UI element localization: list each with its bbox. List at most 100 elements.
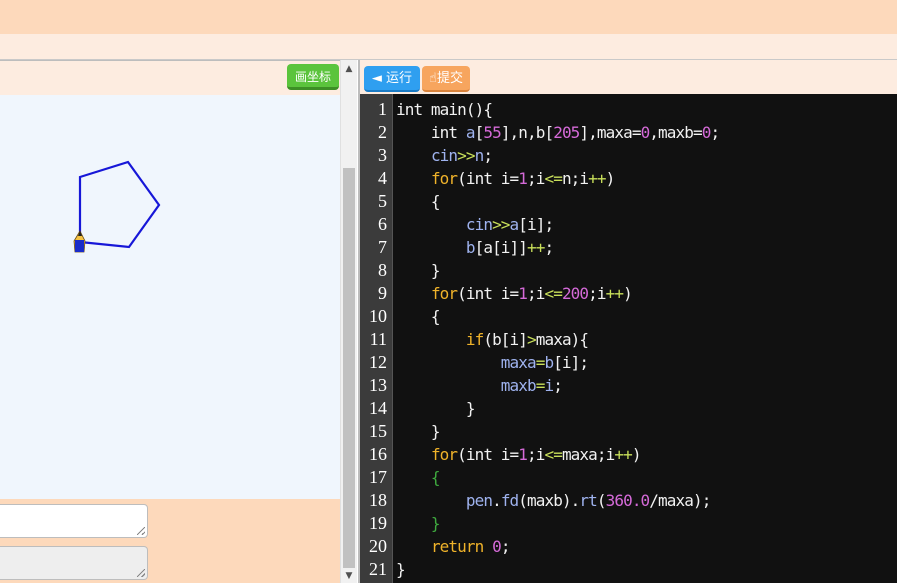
code-line[interactable]: if(b[i]>maxa){	[396, 328, 896, 351]
output-textarea[interactable]	[0, 546, 148, 580]
code-content[interactable]: int main(){ int a[55],n,b[205],maxa=0,ma…	[396, 98, 896, 581]
submit-button[interactable]: ☝提交	[422, 66, 470, 92]
line-number-gutter: 1 2 3 4 5 6 7 8 9 10 11 12 13 14 15 16 17 18 19 20 21	[360, 94, 393, 583]
code-line[interactable]: int a[55],n,b[205],maxa=0,maxb=0;	[396, 121, 896, 144]
code-token: ],maxa=	[579, 123, 641, 142]
code-line[interactable]: return 0;	[396, 535, 896, 558]
code-token: ;i	[527, 169, 545, 188]
code-editor[interactable]: 1 2 3 4 5 6 7 8 9 10 11 12 13 14 15 16 17 18 19 20 21 int ma…	[360, 94, 897, 583]
code-line[interactable]: int main(){	[396, 98, 896, 121]
submit-label: 提交	[436, 71, 463, 86]
code-token: /maxa);	[649, 491, 711, 510]
line-number: 14	[369, 398, 387, 418]
code-token: (int i=	[457, 169, 519, 188]
code-line[interactable]: for(int i=1;i<=maxa;i++)	[396, 443, 896, 466]
code-token: <=	[544, 284, 562, 303]
scroll-up-arrow-icon[interactable]: ▲	[341, 62, 357, 76]
run-button[interactable]: ◄ 运行	[364, 66, 420, 92]
line-number: 13	[369, 375, 387, 395]
code-line[interactable]: maxa=b[i];	[396, 351, 896, 374]
code-line[interactable]: }	[396, 512, 896, 535]
code-token: for	[430, 284, 458, 303]
code-token: b	[544, 353, 554, 372]
code-line[interactable]: {	[396, 305, 896, 328]
code-token: 55	[483, 123, 501, 142]
line-number: 5	[378, 191, 387, 211]
code-line[interactable]: for(int i=1;i<=200;i++)	[396, 282, 896, 305]
line-number: 6	[378, 214, 387, 234]
scroll-down-arrow-icon[interactable]: ▼	[341, 569, 357, 583]
drawing-canvas[interactable]	[0, 95, 340, 499]
code-token: >	[527, 330, 537, 349]
line-number: 11	[369, 329, 387, 349]
code-token: <=	[544, 169, 562, 188]
code-line[interactable]: pen.fd(maxb).rt(360.0/maxa);	[396, 489, 896, 512]
code-token: rt	[579, 491, 597, 510]
code-token: (	[596, 491, 607, 510]
code-token: 1	[518, 169, 528, 188]
code-token: }	[396, 560, 406, 579]
input-textarea[interactable]	[0, 504, 148, 538]
draw-coordinates-button[interactable]: 画坐标	[287, 64, 339, 90]
code-token: }	[396, 422, 441, 441]
code-line[interactable]: }	[396, 397, 896, 420]
code-token: {	[396, 192, 441, 211]
code-token: pen	[465, 491, 493, 510]
code-token: ++	[588, 169, 606, 188]
code-token: maxb	[500, 376, 537, 395]
code-token: ;	[553, 376, 563, 395]
top-bar	[0, 0, 897, 34]
left-header: 画坐标	[0, 60, 340, 96]
code-line[interactable]: maxb=i;	[396, 374, 896, 397]
code-line[interactable]: cin>>a[i];	[396, 213, 896, 236]
code-token: 205	[553, 123, 580, 142]
code-token: {	[396, 307, 441, 326]
code-line[interactable]: b[a[i]]++;	[396, 236, 896, 259]
code-token: >>	[492, 215, 510, 234]
code-line[interactable]: }	[396, 259, 896, 282]
code-token: ++	[527, 238, 545, 257]
code-line[interactable]: for(int i=1;i<=n;i++)	[396, 167, 896, 190]
code-line[interactable]: {	[396, 190, 896, 213]
code-line[interactable]: }	[396, 558, 896, 581]
line-number: 18	[369, 490, 387, 510]
code-line[interactable]: {	[396, 466, 896, 489]
code-token: (b[i]	[483, 330, 528, 349]
line-number: 16	[369, 444, 387, 464]
code-token: for	[430, 445, 458, 464]
code-token: 360.0	[605, 491, 651, 510]
line-number: 3	[378, 145, 387, 165]
line-number: 10	[369, 306, 387, 326]
line-number: 17	[369, 467, 387, 487]
code-token: ;	[710, 123, 720, 142]
line-number: 9	[378, 283, 387, 303]
line-number: 1	[378, 99, 387, 119]
left-scrollbar[interactable]: ▲ ▼	[340, 60, 357, 583]
code-line[interactable]: cin>>n;	[396, 144, 896, 167]
scroll-thumb[interactable]	[343, 168, 355, 568]
code-token: .	[492, 491, 502, 510]
line-numbers: 1 2 3 4 5 6 7 8 9 10 11 12 13 14 15 16 17 18 19 20 21	[360, 98, 387, 581]
code-token: ;	[500, 537, 511, 556]
code-token: 1	[518, 445, 528, 464]
resize-grip-icon[interactable]	[137, 527, 145, 535]
line-number: 21	[369, 559, 387, 579]
code-token: a	[509, 215, 520, 234]
code-token: 0	[640, 123, 651, 142]
code-token: ],n,b[	[500, 123, 554, 142]
line-number: 19	[369, 513, 387, 533]
resize-grip-icon[interactable]	[137, 569, 145, 577]
code-token: maxa;i	[561, 445, 615, 464]
code-token: maxa	[500, 353, 537, 372]
code-token: }	[396, 514, 441, 533]
pentagon-shape	[78, 160, 161, 249]
code-token: ;i	[588, 284, 606, 303]
code-line[interactable]: }	[396, 420, 896, 443]
